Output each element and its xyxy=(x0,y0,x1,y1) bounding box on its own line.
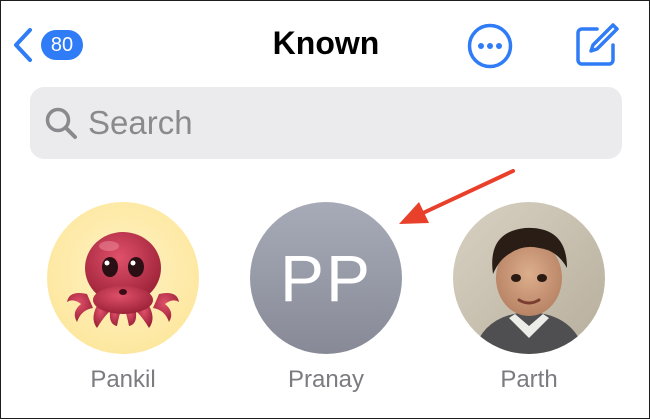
contact-name: Pankil xyxy=(90,366,156,393)
octopus-memoji-icon xyxy=(47,202,199,354)
compose-icon xyxy=(576,23,619,66)
messages-known-screen: 80 Known Search Pankil PP Pranay Parth xyxy=(0,0,650,419)
search-placeholder: Search xyxy=(88,104,193,141)
page-title: Known xyxy=(272,25,380,61)
avatar-initials: PP xyxy=(250,202,402,354)
compose-button[interactable] xyxy=(573,21,621,69)
annotation-arrow-icon xyxy=(399,169,515,224)
pinned-contact-pranay[interactable]: PP Pranay xyxy=(246,202,406,394)
search-icon xyxy=(45,107,77,139)
ellipsis-circle-icon xyxy=(467,23,513,69)
pinned-contact-pankil[interactable]: Pankil xyxy=(43,202,203,394)
search-field[interactable]: Search xyxy=(30,87,622,159)
more-options-button[interactable] xyxy=(467,23,513,69)
contact-name: Parth xyxy=(500,366,558,393)
avatar xyxy=(47,202,199,354)
contact-name: Pranay xyxy=(287,366,365,393)
